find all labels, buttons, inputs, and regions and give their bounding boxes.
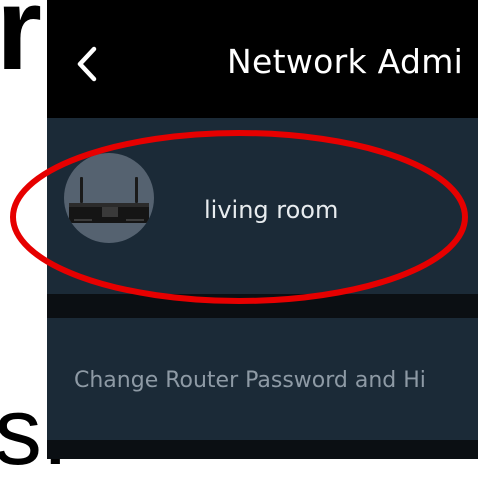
- node-name: living room: [204, 196, 339, 224]
- chevron-left-icon: [77, 46, 97, 82]
- section-divider: [47, 294, 478, 318]
- app-header: Network Admi: [47, 0, 478, 118]
- router-icon: [64, 153, 154, 243]
- background-letter-r: r: [0, 0, 42, 95]
- page-title: Network Admi: [227, 42, 464, 81]
- bottom-divider: [47, 440, 478, 459]
- phone-screen: Network Admi living room Change Router P…: [47, 0, 478, 459]
- node-card-living-room[interactable]: living room: [47, 118, 478, 294]
- change-password-label: Change Router Password and Hi: [74, 368, 426, 393]
- change-password-row[interactable]: Change Router Password and Hi: [47, 318, 478, 440]
- back-button[interactable]: [67, 40, 107, 88]
